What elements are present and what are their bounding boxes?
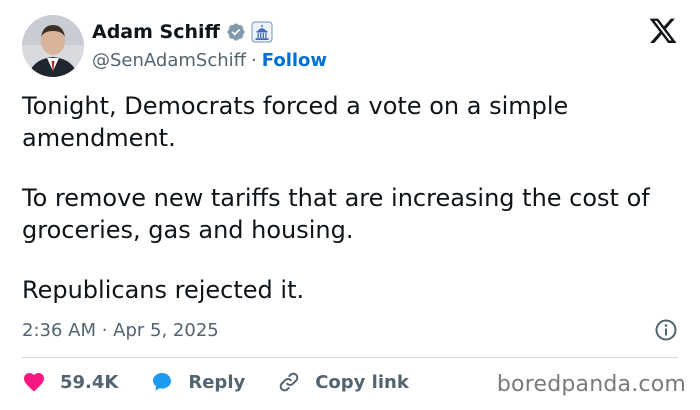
reply-button[interactable]: Reply xyxy=(150,370,245,394)
link-icon xyxy=(279,372,299,392)
display-name[interactable]: Adam Schiff xyxy=(92,21,220,43)
x-logo-icon[interactable] xyxy=(648,18,678,46)
avatar[interactable] xyxy=(22,15,84,77)
handle-row: @SenAdamSchiff · Follow xyxy=(92,47,327,73)
like-button[interactable]: 59.4K xyxy=(22,370,118,394)
name-row: Adam Schiff xyxy=(92,19,327,45)
timestamp[interactable]: 2:36 AM · Apr 5, 2025 xyxy=(22,320,219,341)
handle[interactable]: @SenAdamSchiff xyxy=(92,50,246,71)
copy-link-button[interactable]: Copy link xyxy=(277,370,409,394)
heart-icon xyxy=(24,373,44,392)
tweet-header: Adam Schiff @SenAdamSchiff · Follow xyxy=(22,14,327,78)
author-names: Adam Schiff @SenAdamSchiff · Follow xyxy=(92,19,327,73)
tweet-paragraph: Tonight, Democrats forced a vote on a si… xyxy=(22,92,569,152)
avatar-photo xyxy=(22,15,84,77)
tweet-meta: 2:36 AM · Apr 5, 2025 xyxy=(22,316,678,344)
action-bar: 59.4K Reply Copy link xyxy=(22,368,441,396)
tweet-text: Tonight, Democrats forced a vote on a si… xyxy=(22,90,682,306)
separator-dot: · xyxy=(251,49,257,71)
follow-button[interactable]: Follow xyxy=(262,50,327,71)
like-count: 59.4K xyxy=(60,371,119,393)
tweet-paragraph: To remove new tariffs that are increasin… xyxy=(22,184,650,244)
reply-bubble-icon xyxy=(153,373,172,391)
watermark: boredpanda.com xyxy=(496,372,686,397)
tweet-paragraph: Republicans rejected it. xyxy=(22,276,305,304)
government-building-icon xyxy=(251,21,273,43)
reply-label: Reply xyxy=(188,371,246,393)
info-icon[interactable] xyxy=(654,318,678,342)
divider xyxy=(22,357,678,358)
copy-link-label: Copy link xyxy=(315,371,409,393)
verified-badge-icon xyxy=(227,23,245,41)
